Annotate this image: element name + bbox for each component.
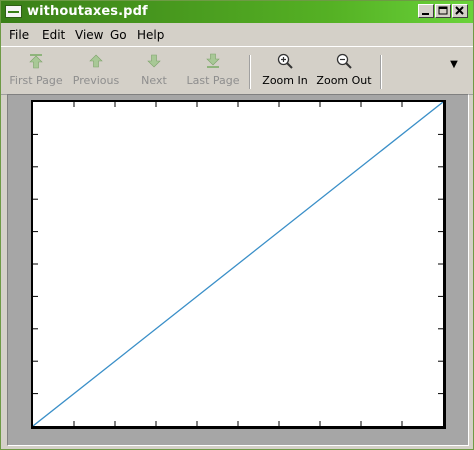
pdf-page xyxy=(31,100,446,429)
close-icon xyxy=(455,6,464,15)
series-line xyxy=(33,102,443,426)
menu-help-label: Help xyxy=(137,28,165,42)
next-icon xyxy=(147,54,161,68)
menu-view[interactable]: View xyxy=(75,28,103,42)
menu-edit[interactable]: Edit xyxy=(42,28,65,42)
menu-bar: File Edit View Go Help xyxy=(1,24,473,46)
first-page-button[interactable]: First Page xyxy=(5,47,67,93)
zoom-in-label: Zoom In xyxy=(262,74,308,87)
menu-file[interactable]: File xyxy=(9,28,29,42)
last-page-label: Last Page xyxy=(186,74,240,87)
maximize-button[interactable] xyxy=(435,4,451,18)
zoom-out-label: Zoom Out xyxy=(316,74,372,87)
next-label: Next xyxy=(141,74,167,87)
title-bar[interactable]: withoutaxes.pdf xyxy=(1,1,473,23)
last-page-icon xyxy=(206,53,220,68)
last-page-button[interactable]: Last Page xyxy=(185,47,241,93)
first-page-icon xyxy=(29,54,43,69)
first-page-label: First Page xyxy=(9,74,63,87)
toolbar-separator xyxy=(249,55,251,89)
zoom-in-icon xyxy=(277,53,293,69)
minimize-button[interactable] xyxy=(418,4,434,18)
pdf-viewer-window: withoutaxes.pdf File Edit View Go Help F… xyxy=(0,0,474,450)
menu-edit-label: Edit xyxy=(42,28,66,42)
line-plot xyxy=(33,102,443,426)
minimize-icon xyxy=(422,13,429,15)
maximize-icon xyxy=(438,6,448,15)
toolbar-overflow-button[interactable]: ▼ xyxy=(447,59,461,73)
window-title: withoutaxes.pdf xyxy=(27,4,148,19)
toolbar: First Page Previous Next Last Page Zoom … xyxy=(1,46,473,95)
menu-file-label: File xyxy=(9,28,30,42)
toolbar-separator-2 xyxy=(380,55,382,89)
menu-go-label: Go xyxy=(110,28,127,42)
previous-button[interactable]: Previous xyxy=(67,47,125,93)
chevron-down-icon: ▼ xyxy=(450,59,458,70)
menu-go[interactable]: Go xyxy=(110,28,127,42)
close-button[interactable] xyxy=(452,4,468,18)
app-icon xyxy=(5,5,22,18)
previous-icon xyxy=(89,54,103,68)
zoom-in-button[interactable]: Zoom In xyxy=(259,47,311,93)
menu-view-label: View xyxy=(75,28,104,42)
menu-help[interactable]: Help xyxy=(137,28,164,42)
previous-label: Previous xyxy=(72,74,120,87)
zoom-out-button[interactable]: Zoom Out xyxy=(315,47,373,93)
zoom-out-icon xyxy=(336,53,352,69)
next-button[interactable]: Next xyxy=(129,47,179,93)
